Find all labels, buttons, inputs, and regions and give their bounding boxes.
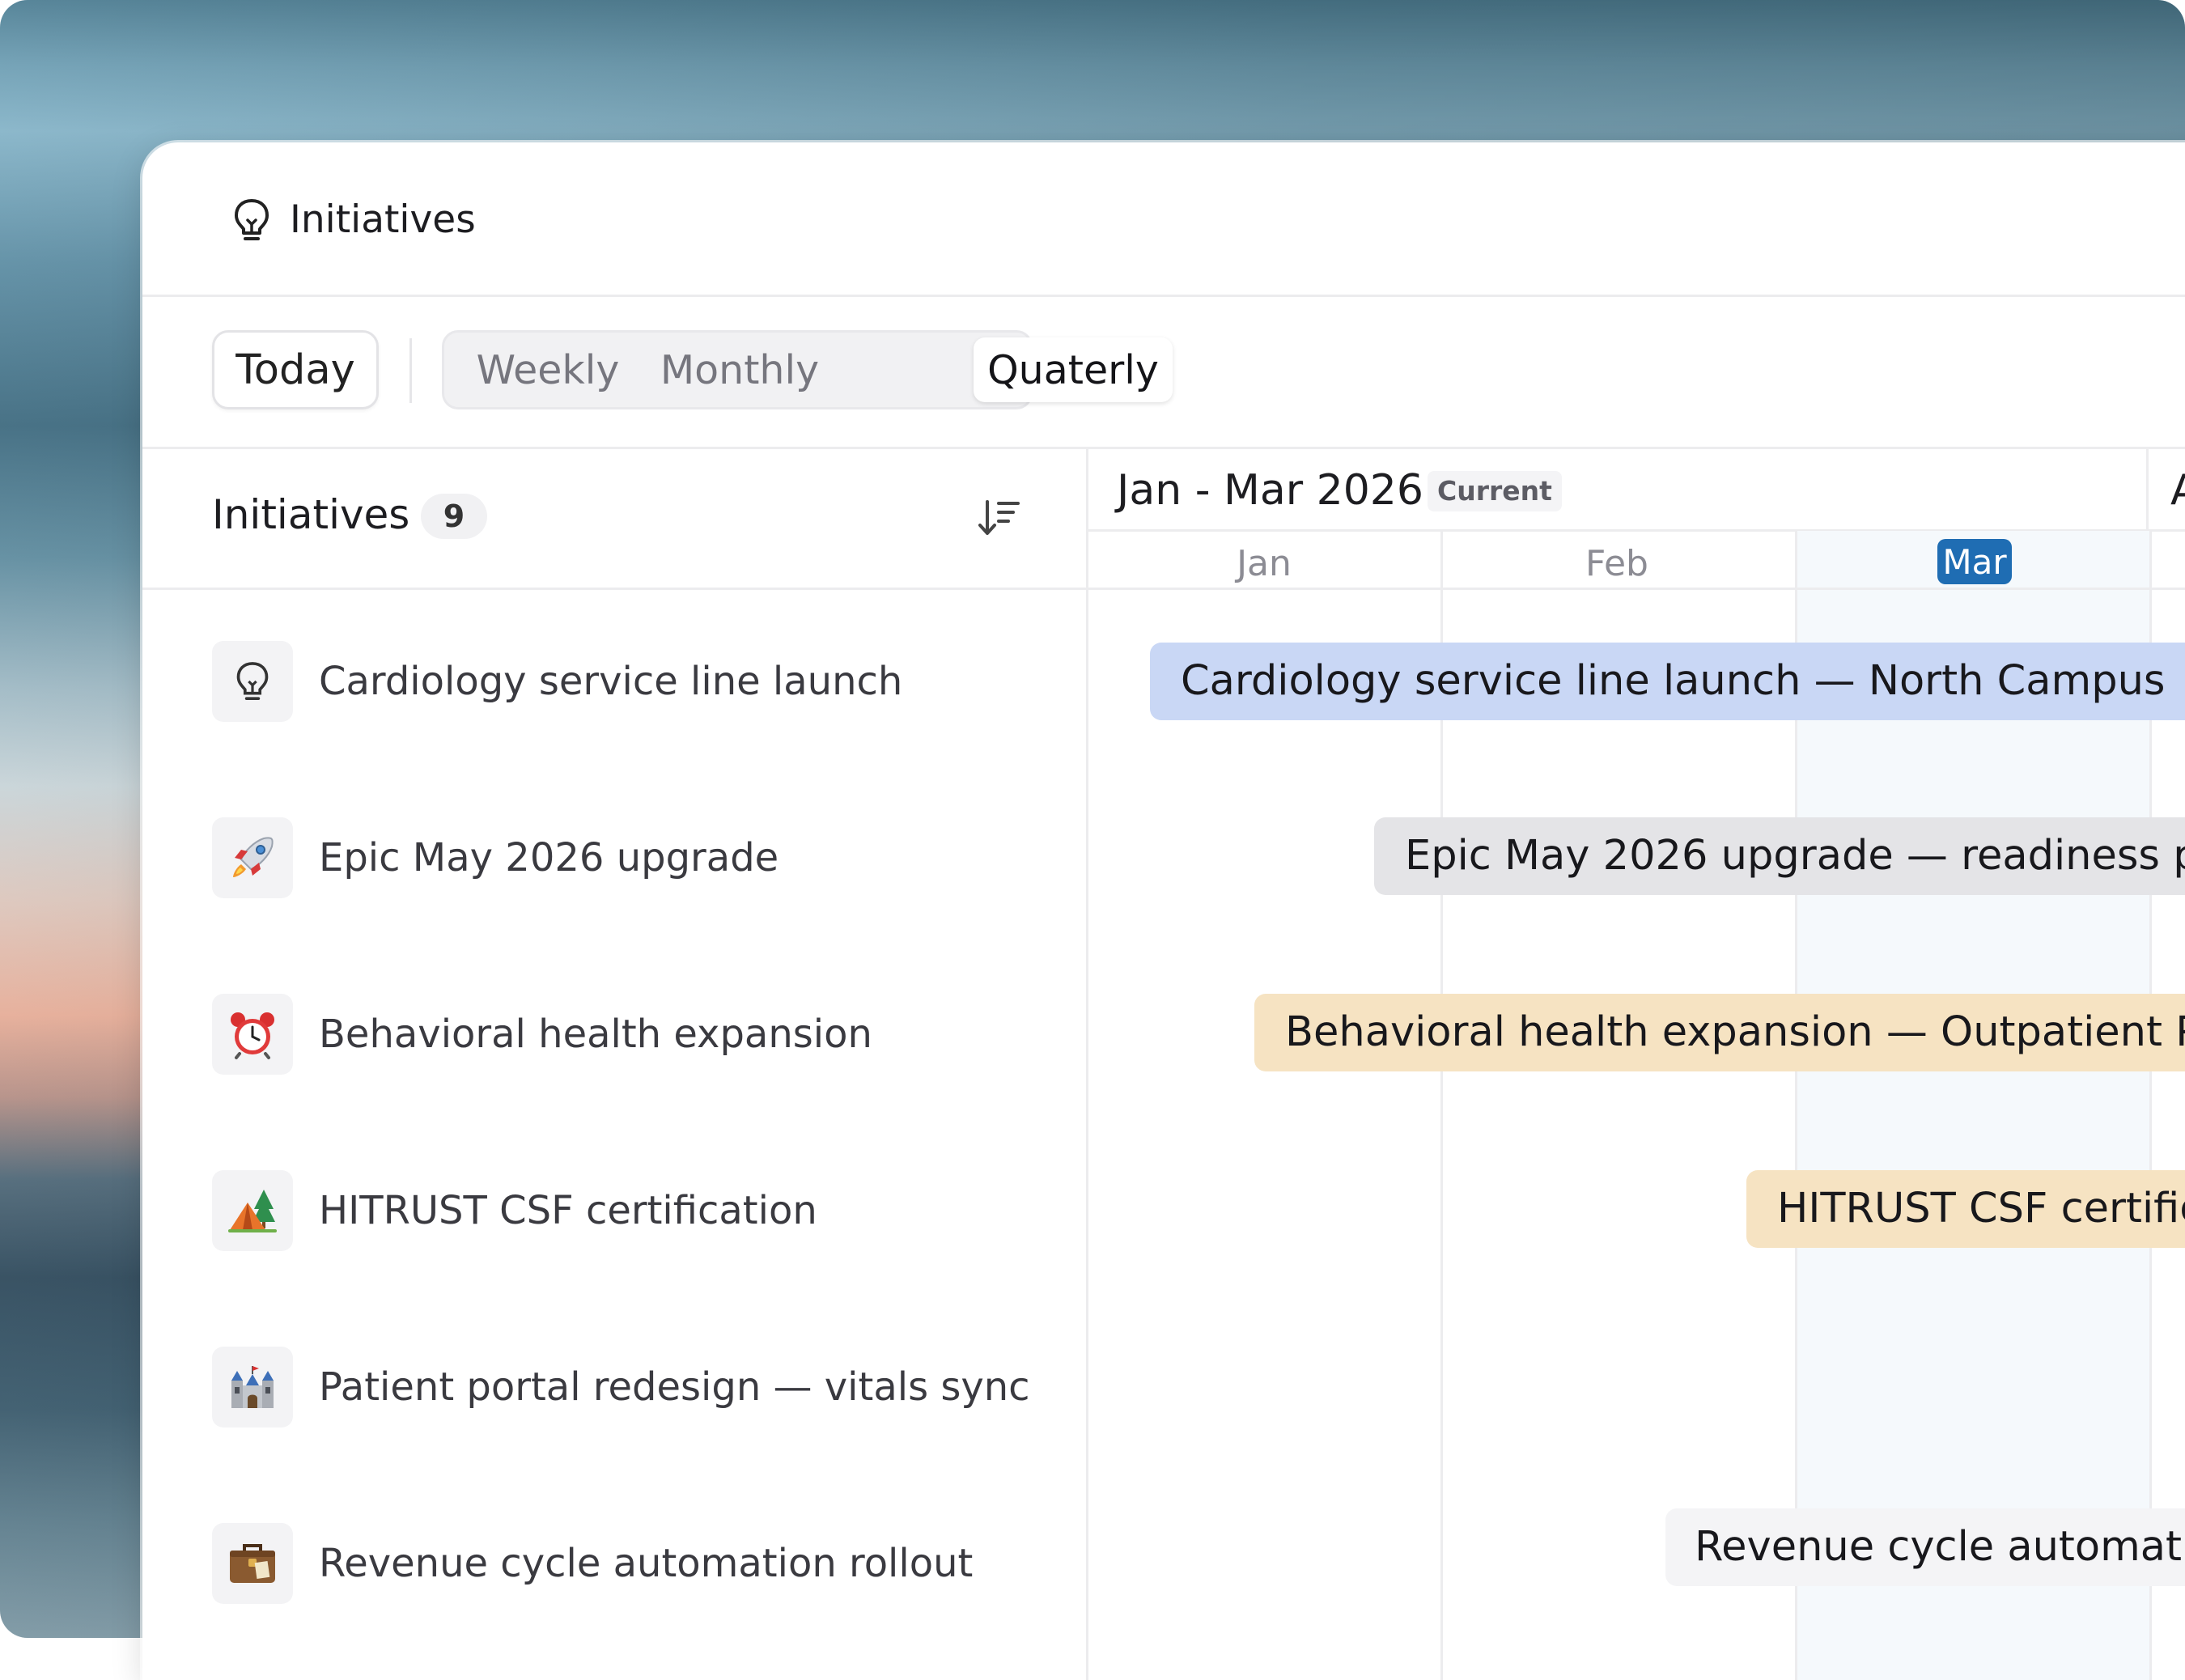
briefcase-icon [212,1523,293,1604]
count-badge: 9 [421,494,487,539]
pane-divider [1086,447,1088,1680]
sort-icon[interactable] [976,495,1021,541]
list-title: Initiatives [212,491,410,538]
month-mar: Mar [1937,539,2012,584]
timeline-bar[interactable]: Cardiology service line launch — North C… [1150,643,2185,720]
month-jan: Jan [1237,542,1292,584]
header-divider [142,295,2185,297]
tab-quarterly[interactable]: Quaterly [974,337,1173,402]
toolbar-divider [142,447,2185,449]
list-item[interactable]: Cardiology service line launch [319,657,902,706]
lightbulb-icon [212,641,293,722]
toolbar-separator [409,338,412,403]
month-feb: Feb [1585,542,1648,584]
list-item[interactable]: HITRUST CSF certification [319,1186,817,1235]
timeline-bar[interactable]: HITRUST CSF certific [1746,1170,2185,1248]
current-badge: Current [1428,471,1562,511]
tab-monthly[interactable]: Monthly [647,333,833,407]
app-window: Initiatives Today Weekly Monthly Quaterl… [142,142,2185,1680]
timeline-range-label: Jan - Mar 2026 [1117,466,1423,515]
alarm-clock-icon [212,994,293,1075]
month-row-divider [1088,588,2185,590]
page-title: Initiatives [290,197,476,242]
timeline-bar[interactable]: Revenue cycle automation rollou [1665,1508,2185,1586]
list-item[interactable]: Revenue cycle automation rollout [319,1539,973,1588]
castle-icon [212,1347,293,1428]
list-item[interactable]: Behavioral health expansion [319,1010,872,1058]
camping-tent-icon [212,1170,293,1251]
lightbulb-icon [231,196,272,244]
list-item[interactable]: Patient portal redesign — vitals sync [319,1363,1030,1411]
timeline-bar[interactable]: Behavioral health expansion — Outpatient… [1254,994,2185,1071]
tab-weekly[interactable]: Weekly [451,333,645,407]
quarter-divider [2146,447,2149,531]
view-switcher: Weekly Monthly Quaterly [442,330,1173,409]
rocket-icon [212,817,293,898]
timeline-bar[interactable]: Epic May 2026 upgrade — readiness pr [1374,817,2185,895]
today-button[interactable]: Today [212,330,379,409]
next-quarter-label-clipped: A [2170,466,2185,515]
list-header-divider [142,588,1088,590]
list-item[interactable]: Epic May 2026 upgrade [319,834,779,882]
